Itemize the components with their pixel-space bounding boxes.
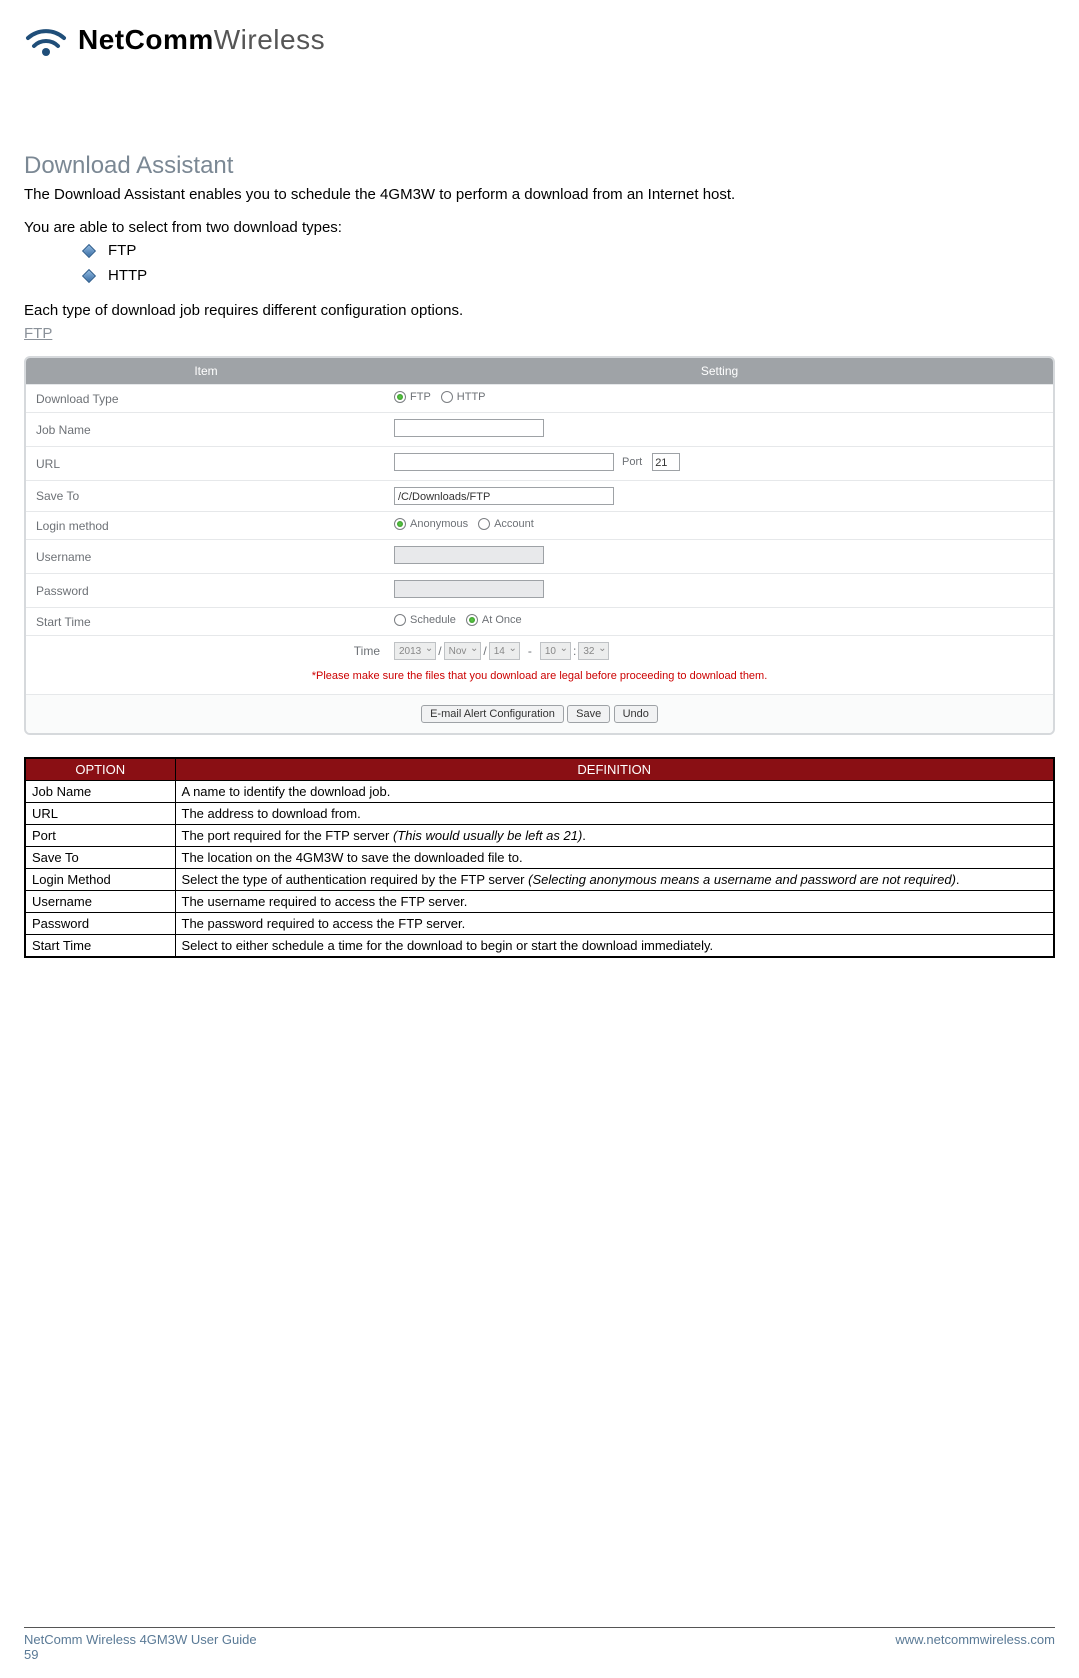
definition-cell: The port required for the FTP server (Th… [175,824,1054,846]
column-header-setting: Setting [386,358,1053,385]
table-row: Port The port required for the FTP serve… [25,824,1054,846]
table-row: Job Name A name to identify the download… [25,780,1054,802]
list-item: FTP [84,242,1055,259]
radio-account[interactable] [478,518,490,530]
brand-logo: NetCommWireless [24,18,1055,62]
intro-paragraph-3: Each type of download job requires diffe… [24,302,1055,319]
ftp-settings-panel: Item Setting Download Type FTP HTTP Job … [24,356,1055,735]
radio-schedule-label: Schedule [410,614,456,626]
option-cell: Login Method [25,868,175,890]
date-separator: / [438,644,441,658]
minute-select[interactable]: 32 [578,642,609,660]
page-footer: NetComm Wireless 4GM3W User Guide 59 www… [24,1627,1055,1662]
row-label-login-method: Login method [26,512,386,540]
option-cell: Username [25,890,175,912]
username-input[interactable] [394,546,544,564]
diamond-icon [82,243,96,257]
download-type-list: FTP HTTP [84,242,1055,284]
radio-account-label: Account [494,518,534,530]
month-select[interactable]: Nov [444,642,482,660]
footer-guide-title: NetComm Wireless 4GM3W User Guide [24,1632,257,1647]
footer-url: www.netcommwireless.com [895,1632,1055,1662]
save-button[interactable]: Save [567,705,610,723]
definition-cell: The username required to access the FTP … [175,890,1054,912]
radio-anonymous-label: Anonymous [410,518,468,530]
column-header-item: Item [26,358,386,385]
radio-ftp[interactable] [394,391,406,403]
ftp-subheading: FTP [24,325,1055,342]
option-cell: URL [25,802,175,824]
radio-anonymous[interactable] [394,518,406,530]
save-to-input[interactable]: /C/Downloads/FTP [394,487,614,505]
radio-http-label: HTTP [457,391,486,403]
hour-select[interactable]: 10 [540,642,571,660]
undo-button[interactable]: Undo [614,705,658,723]
option-cell: Job Name [25,780,175,802]
row-label-job-name: Job Name [26,413,386,447]
table-row: Login Method Select the type of authenti… [25,868,1054,890]
list-item: HTTP [84,267,1055,284]
radio-ftp-label: FTP [410,391,431,403]
row-label-username: Username [26,540,386,574]
row-label-time: Time [26,636,386,667]
brand-name-bold: NetComm [78,24,214,55]
list-item-label: HTTP [108,267,147,284]
day-select[interactable]: 14 [489,642,520,660]
port-input[interactable]: 21 [652,453,680,471]
email-alert-button[interactable]: E-mail Alert Configuration [421,705,564,723]
row-label-password: Password [26,574,386,608]
legal-warning-text: *Please make sure the files that you dow… [26,666,1053,694]
password-input[interactable] [394,580,544,598]
table-row: Save To The location on the 4GM3W to sav… [25,846,1054,868]
definition-cell: The address to download from. [175,802,1054,824]
radio-at-once[interactable] [466,614,478,626]
brand-name: NetCommWireless [78,24,325,56]
option-cell: Port [25,824,175,846]
definition-cell: The location on the 4GM3W to save the do… [175,846,1054,868]
option-cell: Password [25,912,175,934]
list-item-label: FTP [108,242,136,259]
column-header-option: OPTION [25,758,175,781]
row-label-url: URL [26,447,386,481]
radio-schedule[interactable] [394,614,406,626]
column-header-definition: DEFINITION [175,758,1054,781]
definition-cell: Select to either schedule a time for the… [175,934,1054,957]
option-cell: Start Time [25,934,175,957]
table-row: URL The address to download from. [25,802,1054,824]
ftp-settings-table: Item Setting Download Type FTP HTTP Job … [26,358,1053,733]
intro-paragraph-1: The Download Assistant enables you to sc… [24,186,1055,203]
url-input[interactable] [394,453,614,471]
diamond-icon [82,268,96,282]
table-row: Password The password required to access… [25,912,1054,934]
radio-http[interactable] [441,391,453,403]
radio-at-once-label: At Once [482,614,522,626]
row-label-download-type: Download Type [26,385,386,413]
definitions-table: OPTION DEFINITION Job Name A name to ide… [24,757,1055,958]
port-label: Port [622,456,642,468]
brand-name-light: Wireless [214,24,325,55]
footer-page-number: 59 [24,1647,257,1662]
time-separator: : [573,644,576,658]
row-label-save-to: Save To [26,481,386,512]
intro-paragraph-2: You are able to select from two download… [24,219,1055,236]
date-time-separator: - [528,644,532,658]
table-row: Start Time Select to either schedule a t… [25,934,1054,957]
wifi-arc-icon [24,18,68,62]
year-select[interactable]: 2013 [394,642,436,660]
option-cell: Save To [25,846,175,868]
table-row: Username The username required to access… [25,890,1054,912]
definition-cell: A name to identify the download job. [175,780,1054,802]
definition-cell: The password required to access the FTP … [175,912,1054,934]
definition-cell: Select the type of authentication requir… [175,868,1054,890]
date-separator: / [483,644,486,658]
row-label-start-time: Start Time [26,608,386,636]
job-name-input[interactable] [394,419,544,437]
page-title: Download Assistant [24,152,1055,180]
